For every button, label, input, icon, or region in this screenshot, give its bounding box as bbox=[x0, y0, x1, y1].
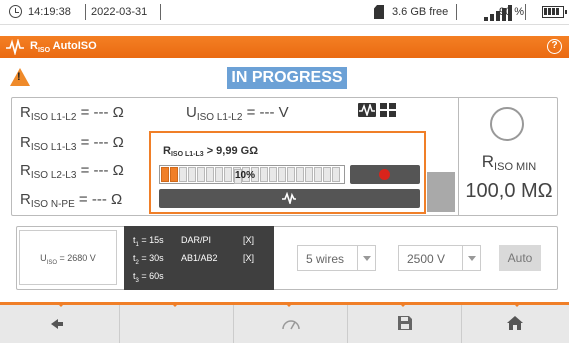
progress-popup: RISO L1-L3 > 9,99 GΩ 10% bbox=[149, 131, 426, 214]
t1-line: t1 = 15s bbox=[133, 235, 164, 248]
back-icon bbox=[51, 319, 63, 329]
graph-icon[interactable] bbox=[358, 103, 376, 117]
rmin-label: RISO MIN bbox=[481, 152, 537, 173]
home-icon bbox=[507, 316, 523, 330]
ab-label: AB1/AB2 bbox=[181, 253, 218, 263]
divider bbox=[85, 4, 86, 20]
progress-segment bbox=[188, 167, 196, 182]
progress-segment bbox=[323, 167, 331, 182]
progress-segment bbox=[224, 167, 232, 182]
result-r-n-pe: RISO N-PE = --- Ω bbox=[20, 191, 123, 210]
save-button[interactable] bbox=[348, 305, 462, 343]
progress-segment bbox=[179, 167, 187, 182]
nav-empty-button[interactable] bbox=[120, 305, 234, 343]
progress-text: 10% bbox=[234, 169, 255, 184]
chevron-down-icon bbox=[357, 246, 375, 270]
progress-segment bbox=[215, 167, 223, 182]
progress-segment bbox=[269, 167, 277, 182]
date-text: 2022-03-31 bbox=[91, 6, 148, 18]
progress-segment bbox=[197, 167, 205, 182]
t3-line: t3 = 60s bbox=[133, 271, 164, 284]
progress-segment bbox=[170, 167, 178, 182]
home-button[interactable] bbox=[462, 305, 569, 343]
progress-segment bbox=[260, 167, 268, 182]
help-icon[interactable]: ? bbox=[547, 39, 562, 54]
dar-pi-flag: [X] bbox=[243, 235, 255, 245]
ab-flag: [X] bbox=[243, 253, 255, 263]
progress-segment bbox=[278, 167, 286, 182]
time-text: 14:19:38 bbox=[28, 6, 71, 18]
dar-pi-label: DAR/PI bbox=[181, 235, 212, 245]
divider bbox=[160, 4, 161, 20]
t2-line: t2 = 30s bbox=[133, 253, 164, 266]
stop-button[interactable] bbox=[350, 165, 420, 184]
divider bbox=[525, 4, 526, 20]
battery-text: 90 % bbox=[499, 6, 525, 18]
progress-segment bbox=[314, 167, 322, 182]
save-icon bbox=[398, 316, 412, 330]
result-u-l1-l2: UISO L1-L2 = --- V bbox=[186, 104, 289, 123]
chevron-down-icon bbox=[462, 246, 480, 270]
status-bar: 14:19:38 2022-03-31 3.6 GB free 90 % bbox=[0, 0, 569, 25]
voltage-select[interactable]: 2500 V bbox=[398, 245, 481, 271]
title-bar: RISO AutoISO ? bbox=[0, 36, 569, 58]
progress-bar: 10% bbox=[159, 165, 345, 184]
result-r-l1-l3: RISO L1-L3 = --- Ω bbox=[20, 134, 124, 153]
battery-icon bbox=[542, 6, 567, 18]
wires-value: 5 wires bbox=[306, 252, 345, 266]
uiso-value: UISO = 2680 V bbox=[19, 230, 117, 285]
warning-icon: ! bbox=[10, 68, 30, 86]
sd-card-icon bbox=[374, 5, 384, 19]
bottom-nav bbox=[0, 302, 569, 343]
progress-segment bbox=[287, 167, 295, 182]
scrollbar[interactable] bbox=[427, 172, 455, 212]
stop-icon bbox=[379, 169, 390, 180]
graph-button[interactable] bbox=[159, 189, 420, 208]
divider bbox=[458, 98, 459, 215]
result-r-l1-l2: RISO L1-L2 = --- Ω bbox=[20, 104, 124, 123]
auto-button[interactable]: Auto bbox=[499, 245, 541, 271]
result-r-l2-l3: RISO L2-L3 = --- Ω bbox=[20, 162, 124, 181]
wave-icon bbox=[6, 39, 24, 55]
progress-segment bbox=[161, 167, 169, 182]
gauge-button[interactable] bbox=[234, 305, 348, 343]
wires-select[interactable]: 5 wires bbox=[297, 245, 376, 271]
status-badge: IN PROGRESS bbox=[227, 67, 347, 89]
voltage-value: 2500 V bbox=[407, 252, 446, 266]
progress-segment bbox=[296, 167, 304, 182]
ring-indicator bbox=[490, 107, 524, 141]
page-title: RISO AutoISO bbox=[30, 40, 97, 55]
rmin-value: 100,0 MΩ bbox=[465, 180, 553, 202]
wave-icon bbox=[282, 192, 296, 204]
progress-segment bbox=[305, 167, 313, 182]
storage-text: 3.6 GB free bbox=[392, 6, 449, 18]
grid-icon[interactable] bbox=[380, 103, 396, 117]
progress-segment bbox=[206, 167, 214, 182]
back-button[interactable] bbox=[0, 305, 120, 343]
clock-icon bbox=[9, 5, 22, 18]
time-settings[interactable]: t1 = 15s t2 = 30s t3 = 60s DAR/PI AB1/AB… bbox=[124, 226, 274, 290]
progress-segment bbox=[332, 167, 340, 182]
popup-label: RISO L1-L3 > 9,99 GΩ bbox=[163, 145, 259, 158]
gauge-icon bbox=[282, 320, 300, 330]
divider bbox=[456, 4, 457, 20]
